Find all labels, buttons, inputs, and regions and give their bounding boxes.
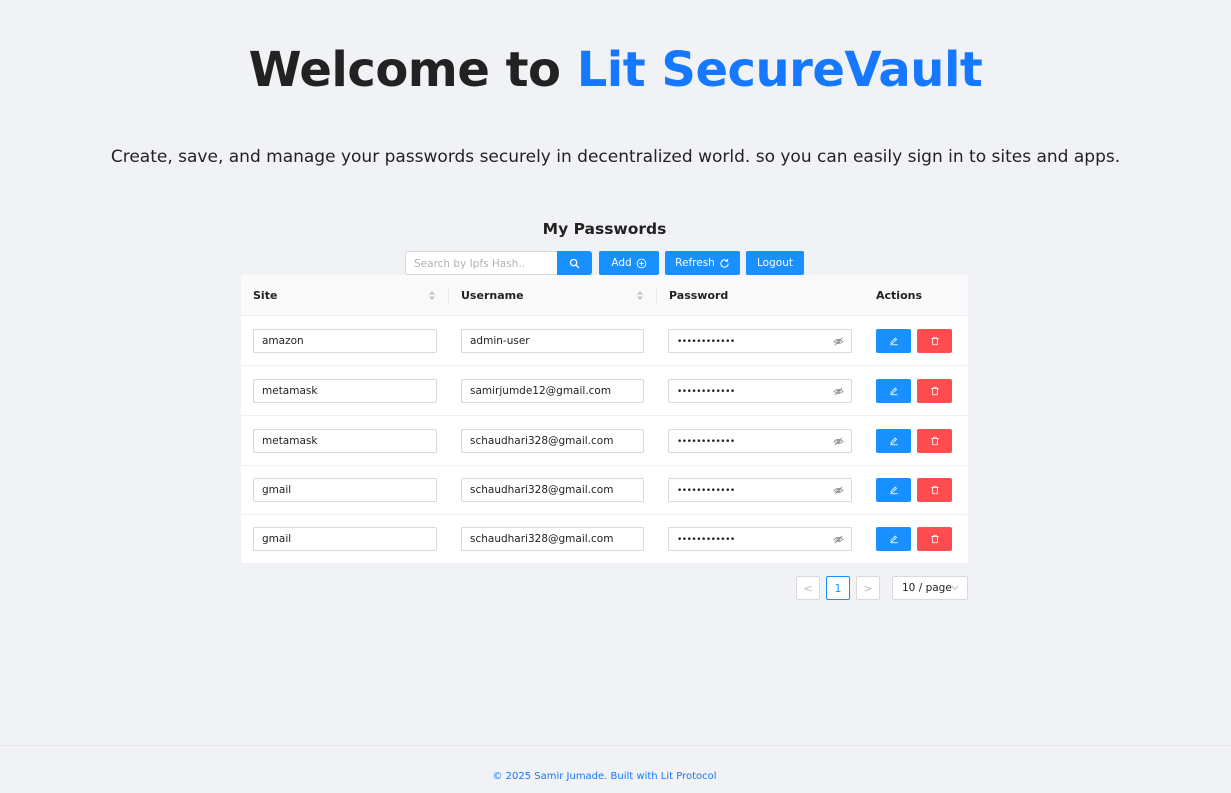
table-row: gmail schaudhari328@gmail.com ••••••••••… [241, 514, 968, 564]
password-field[interactable]: •••••••••••• [668, 527, 852, 551]
site-field[interactable]: amazon [253, 329, 437, 353]
title-prefix: Welcome to [248, 42, 577, 98]
search-input[interactable] [406, 253, 562, 275]
page-size-select[interactable]: 10 / page [892, 576, 968, 600]
table-row: metamask schaudhari328@gmail.com •••••••… [241, 416, 968, 466]
page-1-button[interactable]: 1 [826, 576, 850, 600]
refresh-label: Refresh [675, 257, 715, 269]
password-value: •••••••••••• [677, 387, 735, 397]
edit-button[interactable] [876, 527, 911, 551]
trash-icon [930, 336, 939, 346]
sort-icon[interactable] [428, 290, 436, 301]
column-password: Password [669, 289, 729, 302]
edit-icon [889, 486, 898, 495]
edit-button[interactable] [876, 329, 911, 353]
edit-icon [889, 337, 898, 346]
logout-button[interactable]: Logout [746, 251, 804, 275]
edit-icon [889, 535, 898, 544]
delete-button[interactable] [917, 478, 952, 502]
edit-icon [889, 387, 898, 396]
edit-button[interactable] [876, 379, 911, 403]
username-field[interactable]: schaudhari328@gmail.com [461, 527, 644, 551]
page: Welcome to Lit SecureVault Create, save,… [0, 0, 1231, 793]
column-divider [448, 287, 449, 304]
column-divider [656, 287, 657, 304]
username-field[interactable]: schaudhari328@gmail.com [461, 478, 644, 502]
page-subtitle: Create, save, and manage your passwords … [110, 147, 1121, 167]
username-field[interactable]: samirjumde12@gmail.com [461, 379, 644, 403]
search-icon [569, 258, 580, 268]
edit-icon [889, 437, 898, 446]
logout-label: Logout [757, 257, 793, 269]
trash-icon [930, 534, 939, 544]
delete-button[interactable] [917, 429, 952, 453]
password-field[interactable]: •••••••••••• [668, 329, 852, 353]
table-row: gmail schaudhari328@gmail.com ••••••••••… [241, 465, 968, 515]
eye-invisible-icon[interactable] [833, 534, 844, 545]
trash-icon [930, 386, 939, 396]
footer-divider [0, 745, 1231, 746]
add-button[interactable]: Add [599, 251, 659, 275]
password-field[interactable]: •••••••••••• [668, 379, 852, 403]
title-brand: Lit SecureVault [576, 42, 983, 98]
site-field[interactable]: gmail [253, 527, 437, 551]
trash-icon [930, 436, 939, 446]
table-row: amazon admin-user •••••••••••• [241, 316, 968, 366]
eye-invisible-icon[interactable] [833, 436, 844, 447]
password-value: •••••••••••• [677, 337, 735, 347]
search-field[interactable] [405, 251, 562, 275]
delete-button[interactable] [917, 527, 952, 551]
plus-circle-icon [636, 258, 647, 268]
site-field[interactable]: gmail [253, 478, 437, 502]
chevron-down-icon [951, 585, 959, 591]
next-page-button[interactable]: > [856, 576, 880, 600]
add-label: Add [611, 257, 632, 269]
delete-button[interactable] [917, 329, 952, 353]
password-field[interactable]: •••••••••••• [668, 429, 852, 453]
column-site[interactable]: Site [253, 275, 277, 316]
password-value: •••••••••••• [677, 437, 735, 447]
password-value: •••••••••••• [677, 535, 735, 545]
username-field[interactable]: admin-user [461, 329, 644, 353]
passwords-title: My Passwords [542, 220, 667, 238]
column-username[interactable]: Username [461, 275, 524, 316]
delete-button[interactable] [917, 379, 952, 403]
footer-text: © 2025 Samir Jumade. Built with Lit Prot… [492, 771, 717, 782]
eye-invisible-icon[interactable] [833, 336, 844, 347]
page-title: Welcome to Lit SecureVault [0, 40, 1231, 100]
column-actions: Actions [876, 289, 922, 302]
edit-button[interactable] [876, 429, 911, 453]
username-field[interactable]: schaudhari328@gmail.com [461, 429, 644, 453]
passwords-table: Site Username Password Actions amazon ad… [241, 275, 968, 563]
edit-button[interactable] [876, 478, 911, 502]
site-field[interactable]: metamask [253, 379, 437, 403]
password-field[interactable]: •••••••••••• [668, 478, 852, 502]
page-size-value: 10 / page [902, 582, 952, 594]
previous-page-button[interactable]: < [796, 576, 820, 600]
trash-icon [930, 485, 939, 495]
table-header: Site Username Password Actions [241, 275, 968, 316]
eye-invisible-icon[interactable] [833, 386, 844, 397]
refresh-icon [720, 258, 729, 268]
password-value: •••••••••••• [677, 486, 735, 496]
site-field[interactable]: metamask [253, 429, 437, 453]
table-row: metamask samirjumde12@gmail.com ••••••••… [241, 366, 968, 416]
sort-icon[interactable] [636, 290, 644, 301]
refresh-button[interactable]: Refresh [665, 251, 740, 275]
search-button[interactable] [557, 251, 592, 275]
eye-invisible-icon[interactable] [833, 485, 844, 496]
